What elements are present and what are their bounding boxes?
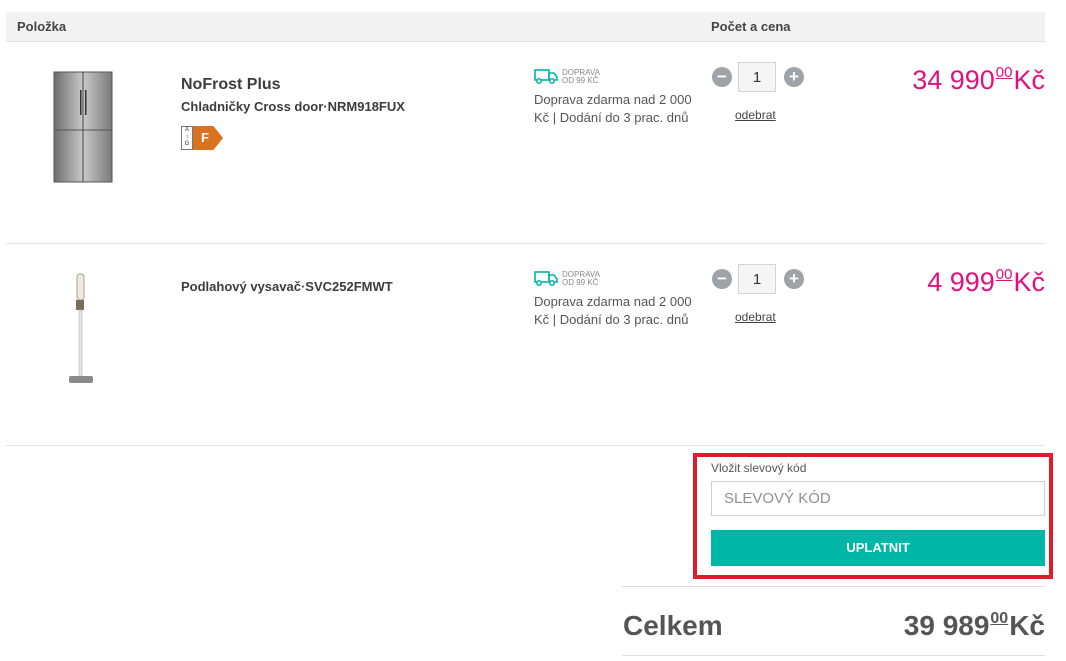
total-price: 39 98900Kč: [904, 610, 1045, 642]
decrease-quantity-button[interactable]: −: [712, 67, 732, 87]
cart-table-header: Položka Počet a cena: [6, 12, 1045, 42]
qty-price-column-header: Počet a cena: [711, 19, 791, 34]
energy-class: F: [201, 130, 209, 145]
total-label: Celkem: [623, 610, 723, 641]
increase-quantity-button[interactable]: +: [784, 269, 804, 289]
quantity-input[interactable]: [738, 62, 776, 92]
product-name[interactable]: NoFrost Plus: [181, 76, 281, 94]
remove-item-link[interactable]: odebrat: [735, 310, 776, 324]
total-currency: Kč: [1009, 610, 1045, 641]
shipping-badge-line2: OD 99 KČ: [562, 278, 599, 287]
item-column-header: Položka: [17, 19, 67, 34]
fridge-image[interactable]: [51, 70, 121, 185]
energy-class-badge: F: [193, 126, 223, 150]
cart-item-row: Podlahový vysavač·SVC252FMWT DOPRAVA OD …: [6, 244, 1045, 444]
vacuum-image[interactable]: [61, 272, 101, 387]
total-price-cents: 00: [990, 610, 1009, 627]
remove-item-link[interactable]: odebrat: [735, 108, 776, 122]
promo-code-input[interactable]: [711, 481, 1045, 516]
item-price: 34 99000Kč: [912, 64, 1045, 96]
energy-scale-icon: A ↕ G: [181, 126, 193, 150]
quantity-input[interactable]: [738, 264, 776, 294]
increase-quantity-button[interactable]: +: [784, 67, 804, 87]
total-price-main: 39 989: [903, 610, 990, 641]
promo-code-label: Vložit slevový kód: [711, 461, 807, 475]
shipping-badge: DOPRAVA OD 99 KČ: [562, 69, 600, 85]
row-divider: [6, 445, 1045, 446]
apply-promo-button[interactable]: UPLATNIT: [711, 530, 1045, 566]
total-divider-bottom: [622, 655, 1045, 656]
cart-item-row: NoFrost Plus Chladničky Cross door·NRM91…: [6, 42, 1045, 242]
shipping-badge-line2: OD 99 KČ: [562, 76, 599, 85]
price-cents: 00: [995, 266, 1013, 283]
price-main: 4 999: [927, 267, 995, 297]
product-subtitle[interactable]: Chladničky Cross door·NRM918FUX: [181, 99, 405, 114]
price-currency: Kč: [1013, 65, 1045, 95]
item-price: 4 99900Kč: [927, 266, 1045, 298]
truck-icon: [534, 69, 558, 84]
price-cents: 00: [995, 64, 1013, 81]
price-currency: Kč: [1013, 267, 1045, 297]
decrease-quantity-button[interactable]: −: [712, 269, 732, 289]
shipping-badge: DOPRAVA OD 99 KČ: [562, 271, 600, 287]
shipping-info: Doprava zdarma nad 2 000 Kč | Dodání do …: [534, 294, 692, 327]
total-divider: [622, 586, 1045, 587]
energy-label[interactable]: A ↕ G F: [181, 126, 225, 150]
shipping-info: Doprava zdarma nad 2 000 Kč | Dodání do …: [534, 92, 692, 125]
product-subtitle[interactable]: Podlahový vysavač·SVC252FMWT: [181, 279, 393, 294]
truck-icon: [534, 271, 558, 286]
price-main: 34 990: [912, 65, 995, 95]
